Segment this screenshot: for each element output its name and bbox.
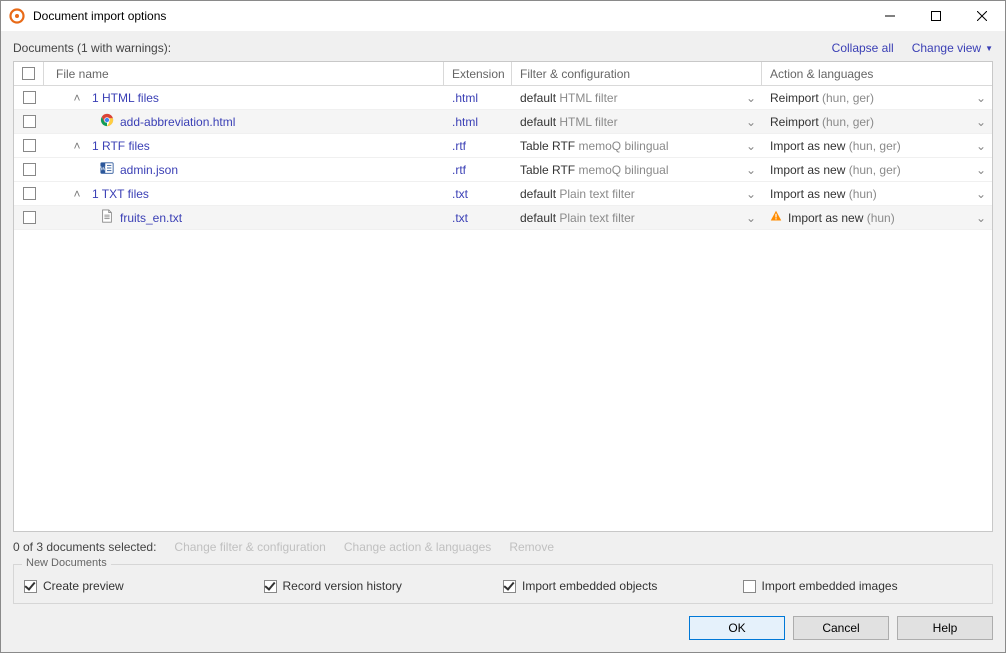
group-row: ˄ 1 TXT files .txt default Plain text filte… — [14, 182, 992, 206]
chevron-down-icon: ⌄ — [746, 139, 756, 153]
col-filter[interactable]: Filter & configuration — [512, 62, 762, 85]
filter-combo[interactable]: default Plain text filter⌄ — [520, 211, 762, 225]
col-action[interactable]: Action & languages — [762, 62, 992, 85]
file-name[interactable]: add-abbreviation.html — [120, 115, 235, 129]
file-name[interactable]: fruits_en.txt — [120, 211, 182, 225]
minimize-button[interactable] — [867, 1, 913, 31]
action-combo[interactable]: Import as new (hun, ger)⌄ — [770, 163, 992, 177]
row-checkbox[interactable] — [23, 91, 36, 104]
header-row: Documents (1 with warnings): Collapse al… — [13, 41, 993, 55]
chevron-down-icon: ⌄ — [976, 139, 986, 153]
documents-label: Documents (1 with warnings): — [13, 41, 171, 55]
file-icon: W — [100, 161, 114, 178]
change-view-link[interactable]: Change view ▼ — [912, 41, 993, 55]
chevron-down-icon: ⌄ — [746, 211, 756, 225]
remove-link: Remove — [509, 540, 554, 554]
file-icon — [100, 113, 114, 130]
help-button[interactable]: Help — [897, 616, 993, 640]
import-objects-checkbox[interactable] — [503, 580, 516, 593]
filter-combo[interactable]: default HTML filter⌄ — [520, 91, 762, 105]
action-combo[interactable]: Import as new (hun)⌄ — [770, 187, 992, 201]
chevron-down-icon: ⌄ — [746, 163, 756, 177]
documents-grid: File name Extension Filter & configurati… — [13, 61, 993, 532]
row-checkbox[interactable] — [23, 211, 36, 224]
file-row: Wadmin.json .rtf Table RTF memoQ bilingual… — [14, 158, 992, 182]
select-all-checkbox[interactable] — [22, 67, 35, 80]
action-combo[interactable]: Import as new (hun)⌄ — [770, 210, 992, 225]
col-extension[interactable]: Extension — [444, 62, 512, 85]
action-combo[interactable]: Reimport (hun, ger)⌄ — [770, 91, 992, 105]
chevron-down-icon: ⌄ — [976, 187, 986, 201]
action-combo[interactable]: Reimport (hun, ger)⌄ — [770, 115, 992, 129]
change-filter-link: Change filter & configuration — [174, 540, 325, 554]
window-title: Document import options — [33, 9, 867, 23]
record-history-checkbox[interactable] — [264, 580, 277, 593]
collapse-all-link[interactable]: Collapse all — [832, 41, 894, 55]
filter-combo[interactable]: default HTML filter⌄ — [520, 115, 762, 129]
file-row: fruits_en.txt .txt default Plain text filt… — [14, 206, 992, 230]
row-checkbox[interactable] — [23, 139, 36, 152]
group-label[interactable]: 1 TXT files — [92, 187, 149, 201]
import-images-option[interactable]: Import embedded images — [743, 579, 983, 593]
grid-header: File name Extension Filter & configurati… — [14, 62, 992, 86]
create-preview-checkbox[interactable] — [24, 580, 37, 593]
content-area: Documents (1 with warnings): Collapse al… — [1, 31, 1005, 652]
change-action-link: Change action & languages — [344, 540, 491, 554]
extension-cell: .html — [444, 86, 512, 109]
chevron-down-icon: ⌄ — [976, 211, 986, 225]
extension-cell: .rtf — [444, 134, 512, 157]
window: Document import options Documents (1 wit… — [0, 0, 1006, 653]
collapse-icon[interactable]: ˄ — [72, 139, 82, 153]
titlebar: Document import options — [1, 1, 1005, 31]
chevron-down-icon: ⌄ — [746, 91, 756, 105]
group-row: ˄ 1 RTF files .rtf Table RTF memoQ bilingua… — [14, 134, 992, 158]
grid-body: ˄ 1 HTML files .html default HTML filter⌄ Re… — [14, 86, 992, 230]
new-documents-legend: New Documents — [22, 557, 111, 569]
chevron-down-icon: ⌄ — [976, 91, 986, 105]
row-checkbox[interactable] — [23, 115, 36, 128]
group-row: ˄ 1 HTML files .html default HTML filter⌄ Re… — [14, 86, 992, 110]
chevron-down-icon: ⌄ — [746, 187, 756, 201]
dropdown-icon: ▼ — [985, 44, 993, 53]
group-label[interactable]: 1 HTML files — [92, 91, 159, 105]
selection-status-row: 0 of 3 documents selected: Change filter… — [13, 540, 993, 554]
warning-icon — [770, 210, 782, 225]
file-icon — [100, 209, 114, 226]
filter-combo[interactable]: Table RTF memoQ bilingual⌄ — [520, 163, 762, 177]
extension-cell: .txt — [444, 182, 512, 205]
collapse-icon[interactable]: ˄ — [72, 91, 82, 105]
col-filename[interactable]: File name — [44, 62, 444, 85]
cancel-button[interactable]: Cancel — [793, 616, 889, 640]
collapse-icon[interactable]: ˄ — [72, 187, 82, 201]
row-checkbox[interactable] — [23, 163, 36, 176]
maximize-button[interactable] — [913, 1, 959, 31]
extension-cell: .html — [444, 110, 512, 133]
chevron-down-icon: ⌄ — [746, 115, 756, 129]
app-icon — [9, 8, 25, 24]
file-row: add-abbreviation.html .html default HTML f… — [14, 110, 992, 134]
chevron-down-icon: ⌄ — [976, 163, 986, 177]
row-checkbox[interactable] — [23, 187, 36, 200]
create-preview-option[interactable]: Create preview — [24, 579, 264, 593]
group-label[interactable]: 1 RTF files — [92, 139, 150, 153]
import-objects-option[interactable]: Import embedded objects — [503, 579, 743, 593]
import-images-checkbox[interactable] — [743, 580, 756, 593]
window-controls — [867, 1, 1005, 31]
filter-combo[interactable]: Table RTF memoQ bilingual⌄ — [520, 139, 762, 153]
selection-count: 0 of 3 documents selected: — [13, 540, 156, 554]
new-documents-fieldset: New Documents Create preview Record vers… — [13, 564, 993, 604]
extension-cell: .txt — [444, 206, 512, 229]
svg-text:W: W — [100, 167, 106, 173]
record-history-option[interactable]: Record version history — [264, 579, 504, 593]
action-combo[interactable]: Import as new (hun, ger)⌄ — [770, 139, 992, 153]
ok-button[interactable]: OK — [689, 616, 785, 640]
extension-cell: .rtf — [444, 158, 512, 181]
filter-combo[interactable]: default Plain text filter⌄ — [520, 187, 762, 201]
close-button[interactable] — [959, 1, 1005, 31]
file-name[interactable]: admin.json — [120, 163, 178, 177]
chevron-down-icon: ⌄ — [976, 115, 986, 129]
dialog-buttons: OK Cancel Help — [13, 616, 993, 640]
